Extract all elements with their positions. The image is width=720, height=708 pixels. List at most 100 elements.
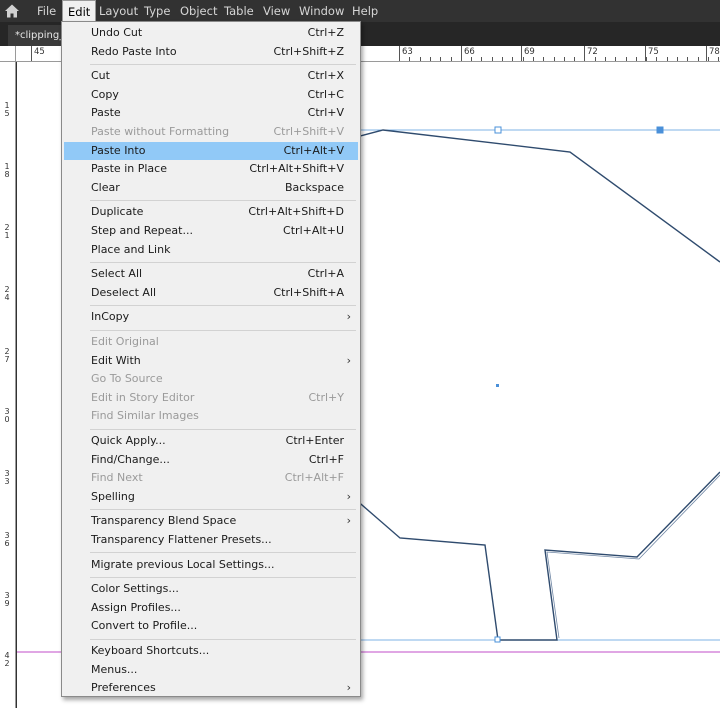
- selection-handle-top-center: [494, 126, 502, 134]
- menu-item-cut[interactable]: Cut Ctrl+X: [64, 67, 358, 85]
- menu-item-shortcut: Ctrl+Alt+V: [283, 143, 344, 157]
- menu-table[interactable]: Table: [219, 0, 259, 22]
- ruler-minor-tick: [502, 57, 503, 61]
- menu-item-edit-original: Edit Original: [64, 333, 358, 351]
- ruler-label: 33: [4, 469, 10, 486]
- menu-item-undo-cut[interactable]: Undo Cut Ctrl+Z: [64, 24, 358, 42]
- ruler-tick: [706, 46, 707, 61]
- menu-object[interactable]: Object: [175, 0, 222, 22]
- menu-item-find-change[interactable]: Find/Change... Ctrl+F: [64, 451, 358, 469]
- ruler-minor-tick: [677, 57, 678, 61]
- menu-item-paste-in-place[interactable]: Paste in Place Ctrl+Alt+Shift+V: [64, 160, 358, 178]
- menu-item-label: Paste Into: [91, 143, 146, 157]
- home-icon[interactable]: [4, 3, 20, 19]
- ruler-minor-tick: [543, 57, 544, 61]
- menu-item-deselect-all[interactable]: Deselect All Ctrl+Shift+A: [64, 284, 358, 302]
- menu-item-preferences[interactable]: Preferences ›: [64, 679, 358, 697]
- menu-item-redo-paste-into[interactable]: Redo Paste Into Ctrl+Shift+Z: [64, 43, 358, 61]
- menu-item-menus[interactable]: Menus...: [64, 661, 358, 679]
- chevron-right-icon: ›: [346, 310, 351, 324]
- menu-separator: [90, 576, 356, 578]
- menu-item-paste[interactable]: Paste Ctrl+V: [64, 104, 358, 122]
- menu-item-paste-without-formatting: Paste without Formatting Ctrl+Shift+V: [64, 123, 358, 141]
- menu-edit[interactable]: Edit: [62, 0, 97, 22]
- ruler-minor-tick: [564, 57, 565, 61]
- ruler-label: 30: [4, 407, 10, 424]
- menu-item-shortcut: Ctrl+V: [307, 106, 344, 120]
- ruler-minor-tick: [626, 57, 627, 61]
- vertical-ruler[interactable]: 15 18 21 24 27 30 33 36 39 42: [0, 62, 16, 708]
- menu-item-shortcut: Ctrl+X: [307, 69, 344, 83]
- menu-item-label: Duplicate: [91, 205, 144, 219]
- ruler-minor-tick: [420, 57, 421, 61]
- ruler-minor-tick: [574, 57, 575, 61]
- menu-item-migrate-previous-local-settings[interactable]: Migrate previous Local Settings...: [64, 556, 358, 574]
- menu-item-spelling[interactable]: Spelling ›: [64, 488, 358, 506]
- menu-item-select-all[interactable]: Select All Ctrl+A: [64, 265, 358, 283]
- ruler-minor-tick: [595, 57, 596, 61]
- menu-window[interactable]: Window: [294, 0, 349, 22]
- selection-handle-bottom-center: [494, 636, 501, 643]
- menu-separator: [90, 63, 356, 65]
- ruler-minor-tick: [646, 57, 647, 61]
- menu-item-copy[interactable]: Copy Ctrl+C: [64, 86, 358, 104]
- menu-item-duplicate[interactable]: Duplicate Ctrl+Alt+Shift+D: [64, 203, 358, 221]
- ruler-origin[interactable]: [0, 46, 16, 62]
- menu-item-label: Migrate previous Local Settings...: [91, 557, 275, 571]
- menu-item-label: Paste: [91, 106, 121, 120]
- menu-separator: [90, 508, 356, 510]
- menu-item-paste-into[interactable]: Paste Into Ctrl+Alt+V: [64, 141, 358, 160]
- menu-view[interactable]: View: [258, 0, 295, 22]
- menu-item-transparency-blend-space[interactable]: Transparency Blend Space ›: [64, 512, 358, 530]
- ruler-minor-tick: [399, 57, 400, 61]
- menu-item-label: Edit Original: [91, 335, 159, 348]
- ruler-label: 63: [402, 47, 413, 57]
- selection-handle-top-right: [656, 126, 664, 134]
- menu-file[interactable]: File: [32, 0, 61, 22]
- ruler-label: 15: [4, 101, 10, 118]
- menu-item-label: Find/Change...: [91, 452, 170, 466]
- menu-item-incopy[interactable]: InCopy ›: [64, 308, 358, 326]
- ruler-tick: [521, 46, 522, 61]
- menu-item-quick-apply[interactable]: Quick Apply... Ctrl+Enter: [64, 432, 358, 450]
- menu-item-label: Redo Paste Into: [91, 44, 177, 58]
- menu-item-clear[interactable]: Clear Backspace: [64, 179, 358, 197]
- ruler-label: 75: [648, 47, 659, 57]
- menu-item-label: InCopy: [91, 310, 130, 324]
- ruler-minor-tick: [512, 57, 513, 61]
- menu-item-shortcut: Ctrl+Z: [307, 26, 344, 39]
- menu-layout[interactable]: Layout: [94, 0, 143, 22]
- ruler-label: 27: [4, 347, 10, 364]
- menu-item-color-settings[interactable]: Color Settings...: [64, 580, 358, 598]
- chevron-right-icon: ›: [346, 489, 351, 503]
- ruler-label: 24: [4, 285, 10, 302]
- ruler-label: 66: [464, 47, 475, 57]
- ruler-minor-tick: [440, 57, 441, 61]
- menu-item-label: Cut: [91, 69, 110, 83]
- menu-item-label: Paste without Formatting: [91, 125, 230, 138]
- menu-item-shortcut: Ctrl+A: [307, 267, 344, 281]
- menu-item-transparency-flattener-presets[interactable]: Transparency Flattener Presets...: [64, 531, 358, 549]
- menu-item-edit-with[interactable]: Edit With ›: [64, 352, 358, 370]
- menu-item-label: Paste in Place: [91, 162, 167, 176]
- menu-item-convert-to-profile[interactable]: Convert to Profile...: [64, 617, 358, 635]
- ruler-minor-tick: [492, 57, 493, 61]
- menu-item-label: Undo Cut: [91, 26, 143, 39]
- menu-item-assign-profiles[interactable]: Assign Profiles...: [64, 599, 358, 617]
- ruler-minor-tick: [615, 57, 616, 61]
- ruler-minor-tick: [584, 57, 585, 61]
- menu-item-label: Clear: [91, 180, 120, 194]
- menu-type[interactable]: Type: [139, 0, 175, 22]
- document-tab[interactable]: *clipping_: [8, 25, 64, 46]
- menu-item-step-and-repeat[interactable]: Step and Repeat... Ctrl+Alt+U: [64, 222, 358, 240]
- menu-item-shortcut: Ctrl+Alt+U: [283, 224, 344, 237]
- menu-item-label: Deselect All: [91, 285, 157, 299]
- menu-item-find-similar-images: Find Similar Images: [64, 407, 358, 425]
- menu-separator: [90, 304, 356, 306]
- menu-item-label: Preferences: [91, 681, 156, 695]
- menu-help[interactable]: Help: [347, 0, 383, 22]
- menu-item-keyboard-shortcuts[interactable]: Keyboard Shortcuts...: [64, 642, 358, 660]
- menu-item-label: Select All: [91, 267, 143, 281]
- menu-item-place-and-link[interactable]: Place and Link: [64, 241, 358, 259]
- ruler-label: 21: [4, 223, 10, 240]
